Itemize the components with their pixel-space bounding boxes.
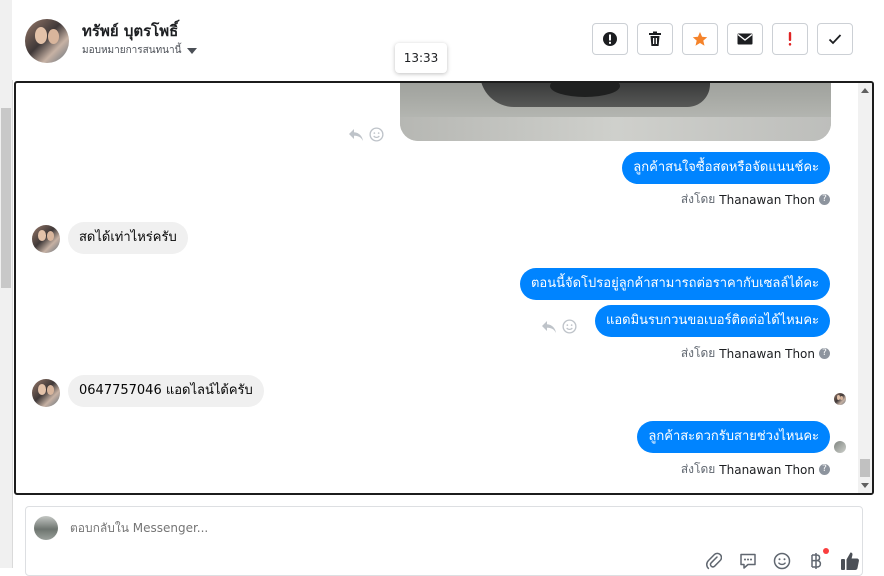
- reply-input[interactable]: [70, 521, 570, 535]
- sent-by-line: ส่งโดย Thanawan Thon ?: [681, 190, 830, 209]
- message-bubble-incoming[interactable]: สดได้เท่าไหร่ครับ: [68, 222, 188, 254]
- sent-by-label: ส่งโดย: [680, 346, 716, 360]
- scroll-down-arrow-icon[interactable]: [861, 483, 869, 488]
- sender-name[interactable]: Thanawan Thon: [719, 463, 815, 477]
- assign-conversation-label: มอบหมายการสนทนานี้: [82, 45, 182, 56]
- thread-scrollbar[interactable]: [858, 83, 872, 493]
- thumbs-up-icon: [841, 552, 859, 570]
- sender-name[interactable]: Thanawan Thon: [719, 347, 815, 361]
- attach-button[interactable]: [704, 551, 724, 571]
- spam-button[interactable]: [772, 23, 808, 55]
- report-button[interactable]: [592, 23, 628, 55]
- report-icon: [603, 32, 617, 46]
- seen-avatar: [834, 441, 846, 453]
- paperclip-icon: [706, 552, 722, 570]
- page-avatar: [34, 516, 58, 540]
- baht-icon: [811, 553, 822, 569]
- message-bubble-outgoing[interactable]: ลูกค้าสนใจซื้อสดหรือจัดแนนช์คะ: [622, 152, 830, 184]
- contact-avatar[interactable]: [25, 19, 69, 63]
- like-button[interactable]: [840, 551, 860, 571]
- star-button[interactable]: [682, 23, 718, 55]
- reply-icon[interactable]: [348, 128, 364, 142]
- reply-composer: [25, 506, 863, 576]
- help-icon[interactable]: ?: [819, 194, 830, 205]
- help-icon[interactable]: ?: [819, 348, 830, 359]
- contact-message-avatar[interactable]: [32, 225, 60, 253]
- header-actions: [592, 23, 853, 55]
- message-bubble-outgoing[interactable]: ลูกค้าสะดวกรับสายช่วงไหนคะ: [637, 421, 830, 453]
- payment-button[interactable]: [806, 548, 829, 571]
- smiley-icon: [773, 552, 791, 570]
- reply-icon[interactable]: [541, 320, 557, 334]
- emoji-react-icon[interactable]: [562, 319, 577, 334]
- mark-done-button[interactable]: [817, 23, 853, 55]
- sender-name[interactable]: Thanawan Thon: [719, 193, 815, 207]
- mark-unread-button[interactable]: [727, 23, 763, 55]
- thread-scrollbar-thumb[interactable]: [860, 459, 870, 477]
- assign-conversation-dropdown[interactable]: มอบหมายการสนทนานี้: [82, 43, 198, 58]
- trash-icon: [649, 31, 661, 46]
- message-actions: [541, 319, 577, 334]
- saved-replies-button[interactable]: [738, 551, 758, 571]
- shared-photo[interactable]: [400, 83, 831, 141]
- sent-by-label: ส่งโดย: [680, 192, 716, 206]
- sent-by-label: ส่งโดย: [680, 462, 716, 476]
- check-icon: [828, 34, 842, 45]
- caret-down-icon: [187, 47, 198, 54]
- sent-by-line: ส่งโดย Thanawan Thon ?: [681, 344, 830, 363]
- sent-by-line: ส่งโดย Thanawan Thon ?: [681, 460, 830, 479]
- seen-avatar: [834, 393, 846, 405]
- message-bubble-incoming[interactable]: 0647757046 แอดไลน์ได้ครับ: [68, 375, 264, 407]
- star-icon: [692, 32, 708, 46]
- mail-icon: [737, 33, 753, 45]
- message-bubble-outgoing[interactable]: ตอนนี้จัดโปรอยู่ลูกค้าสามารถต่อราคากับเซ…: [519, 268, 830, 300]
- emoji-react-icon[interactable]: [369, 127, 384, 142]
- message-bubble-outgoing[interactable]: แอดมินรบกวนขอเบอร์ติดต่อได้ไหมคะ: [594, 305, 830, 337]
- scroll-up-arrow-icon[interactable]: [861, 88, 869, 93]
- conversation-header: ทรัพย์ บุตรโพธิ์ มอบหมายการสนทนานี้: [12, 0, 884, 80]
- photo-actions: [348, 127, 384, 142]
- exclamation-icon: [788, 32, 792, 46]
- help-icon[interactable]: ?: [819, 464, 830, 475]
- page-scrollbar[interactable]: [0, 0, 13, 568]
- message-thread[interactable]: ลูกค้าสนใจซื้อสดหรือจัดแนนช์คะ ส่งโดย Th…: [14, 81, 874, 495]
- page-scrollbar-thumb[interactable]: [1, 108, 11, 288]
- chat-bubble-icon: [740, 553, 756, 569]
- contact-name[interactable]: ทรัพย์ บุตรโพธิ์: [82, 19, 178, 43]
- delete-button[interactable]: [637, 23, 673, 55]
- contact-message-avatar[interactable]: [32, 379, 60, 407]
- composer-tools: [704, 548, 860, 571]
- timestamp-tooltip: 13:33: [395, 43, 447, 73]
- emoji-button[interactable]: [772, 551, 792, 571]
- notification-dot: [823, 548, 829, 554]
